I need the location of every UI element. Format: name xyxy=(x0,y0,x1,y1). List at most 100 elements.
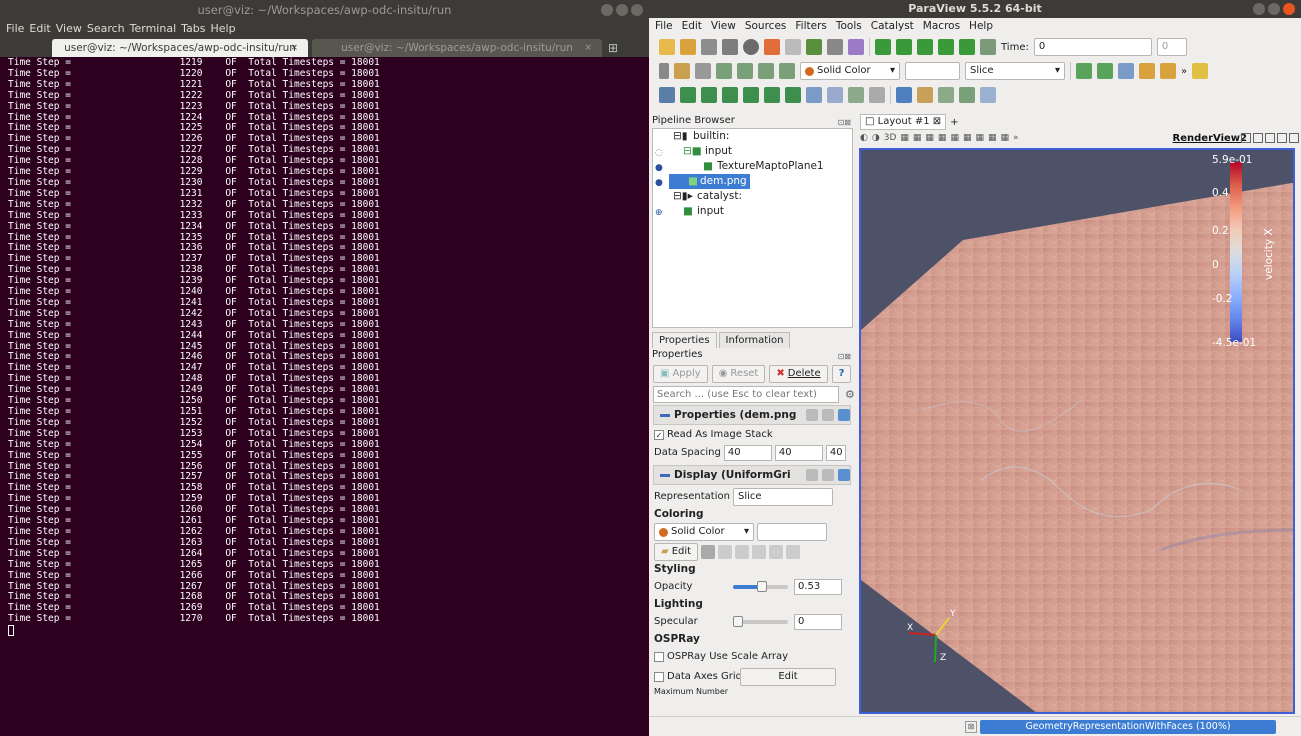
plot-over-line-icon[interactable] xyxy=(938,87,954,103)
select-cells-icon[interactable]: ▦ xyxy=(900,133,909,143)
specular-slider-handle[interactable] xyxy=(733,616,743,627)
opacity-input[interactable]: 0.53 xyxy=(794,579,842,595)
specular-input[interactable]: 0 xyxy=(794,614,842,630)
coloring-combo[interactable]: Solid Color ▾ xyxy=(800,62,900,80)
edit-colormap-icon[interactable] xyxy=(674,63,690,79)
edit-button[interactable]: ▰ Edit xyxy=(654,543,699,561)
more-view-tools-icon[interactable]: » xyxy=(1013,133,1019,143)
disconnect-icon[interactable] xyxy=(743,39,759,55)
particle-tracer-icon[interactable] xyxy=(980,87,996,103)
threshold-icon[interactable] xyxy=(743,87,759,103)
paraview-titlebar[interactable]: ParaView 5.5.2 64-bit xyxy=(649,0,1301,18)
choose-preset-icon[interactable] xyxy=(701,545,716,559)
properties-section-header[interactable]: Properties (dem.png xyxy=(653,405,851,425)
toggle-3d-button[interactable]: 3D xyxy=(884,133,897,143)
minimize-button[interactable] xyxy=(1253,3,1265,15)
read-as-image-stack-row[interactable]: ✓ Read As Image Stack xyxy=(649,427,855,443)
data-spacing-y[interactable]: 40 xyxy=(774,445,823,461)
view-direction-x-icon[interactable] xyxy=(1139,63,1155,79)
component-combo[interactable] xyxy=(905,62,960,80)
paste-icon[interactable] xyxy=(822,409,834,421)
specular-slider[interactable] xyxy=(733,616,788,627)
close-view-icon[interactable] xyxy=(1289,133,1299,143)
terminal-window[interactable]: user@viz: ~/Workspaces/awp-odc-insitu/ru… xyxy=(0,0,649,736)
color-legend-bar[interactable] xyxy=(1230,162,1242,342)
open-file-icon[interactable] xyxy=(659,39,675,55)
more-tools-icon[interactable]: » xyxy=(1181,66,1187,77)
maximize-button[interactable] xyxy=(1268,3,1280,15)
menu-view[interactable]: View xyxy=(56,21,82,37)
copy-icon[interactable] xyxy=(806,409,818,421)
camera-undo-icon[interactable] xyxy=(806,39,822,55)
menu-search[interactable]: Search xyxy=(87,21,125,37)
view-direction-minus-x-icon[interactable] xyxy=(1160,63,1176,79)
data-spacing-x[interactable]: 40 xyxy=(723,445,772,461)
undo-icon[interactable] xyxy=(764,39,780,55)
redo-icon[interactable] xyxy=(785,39,801,55)
warp-by-vector-icon[interactable] xyxy=(827,87,843,103)
close-button[interactable] xyxy=(1283,3,1295,15)
time-index-spinbox[interactable]: 0 xyxy=(1156,38,1187,56)
select-frustum-icon[interactable]: ▦ xyxy=(925,133,934,143)
tab-properties[interactable]: Properties xyxy=(652,332,717,348)
tab-close-icon[interactable]: × xyxy=(290,39,298,57)
stream-tracer-icon[interactable] xyxy=(806,87,822,103)
rescale-range-icon[interactable] xyxy=(718,545,733,559)
component-select[interactable] xyxy=(757,523,827,541)
pipeline-item-texturemaptoplane1[interactable]: ● ■ TextureMaptoPlane1 xyxy=(653,159,852,174)
clip-icon[interactable] xyxy=(701,87,717,103)
shrink-selection-icon[interactable]: ▦ xyxy=(988,133,997,143)
previous-frame-icon[interactable] xyxy=(896,39,912,55)
rescale-custom-icon[interactable] xyxy=(735,545,750,559)
copy-icon[interactable] xyxy=(806,469,818,481)
rescale-temporal-icon[interactable] xyxy=(737,63,753,79)
reset-default-icon[interactable] xyxy=(838,469,850,481)
menu-tools[interactable]: Tools xyxy=(836,18,862,35)
pipeline-tree[interactable]: ⊟▮ builtin: ◌ ⊟■ input ● ■ TextureMaptoP… xyxy=(652,128,853,328)
zoom-to-data-icon[interactable] xyxy=(1097,63,1113,79)
rescale-visible-icon[interactable] xyxy=(758,63,774,79)
reset-camera-icon[interactable] xyxy=(1076,63,1092,79)
show-legend-icon[interactable] xyxy=(786,545,801,559)
representation-select[interactable]: Slice xyxy=(733,488,833,506)
menu-file[interactable]: File xyxy=(6,21,24,37)
new-layout-button[interactable]: + xyxy=(950,117,958,128)
select-block-icon[interactable]: ▦ xyxy=(938,133,947,143)
dock-float-close-icon[interactable]: ⊡⊠ xyxy=(838,350,851,364)
maximize-view-icon[interactable] xyxy=(1265,133,1275,143)
axes-toolbar-icon[interactable] xyxy=(1192,63,1209,79)
ospray-scale-row[interactable]: OSPRay Use Scale Array xyxy=(649,647,855,667)
hover-points-icon[interactable]: ▦ xyxy=(963,133,972,143)
apply-button[interactable]: ▣ Apply xyxy=(653,365,708,383)
delete-button[interactable]: ✖ Delete xyxy=(769,365,828,383)
split-horizontal-icon[interactable] xyxy=(1241,133,1251,143)
data-axes-grid-edit-button[interactable]: Edit xyxy=(740,668,836,686)
pipeline-item-dem-png[interactable]: ● ■ ■ dem.png xyxy=(653,174,852,189)
paste-icon[interactable] xyxy=(822,469,834,481)
reset-default-icon[interactable] xyxy=(838,409,850,421)
capture-view-icon[interactable] xyxy=(1277,133,1287,143)
data-spacing-z[interactable]: 40 xyxy=(825,445,846,461)
settings-icon[interactable] xyxy=(848,39,864,55)
terminal-titlebar[interactable]: user@viz: ~/Workspaces/awp-odc-insitu/ru… xyxy=(0,0,649,21)
save-state-icon[interactable] xyxy=(701,39,717,55)
menu-tabs[interactable]: Tabs xyxy=(181,21,205,37)
menu-macros[interactable]: Macros xyxy=(923,18,960,35)
abort-icon[interactable]: ⊠ xyxy=(965,721,977,733)
minimize-button[interactable] xyxy=(601,4,613,16)
extract-level-icon[interactable] xyxy=(869,87,885,103)
terminal-output[interactable]: Time Step = 1219 OF Total Timesteps = 18… xyxy=(0,57,649,640)
pipeline-item-input[interactable]: ◌ ⊟■ input xyxy=(653,144,852,159)
load-state-icon[interactable] xyxy=(722,39,738,55)
rescale-temporal-icon[interactable] xyxy=(752,545,767,559)
menu-filters[interactable]: Filters xyxy=(795,18,826,35)
pipeline-item-catalyst-input[interactable]: ⊕ ■ input xyxy=(653,204,852,219)
extract-subset-icon[interactable] xyxy=(764,87,780,103)
extract-selection-icon[interactable] xyxy=(959,87,975,103)
read-as-image-stack-checkbox[interactable]: ✓ xyxy=(654,430,664,440)
camera-redo-icon[interactable] xyxy=(827,39,843,55)
select-points-icon[interactable]: ▦ xyxy=(913,133,922,143)
find-data-icon[interactable] xyxy=(917,87,933,103)
calculator-icon[interactable] xyxy=(659,87,675,103)
last-frame-icon[interactable] xyxy=(959,39,975,55)
